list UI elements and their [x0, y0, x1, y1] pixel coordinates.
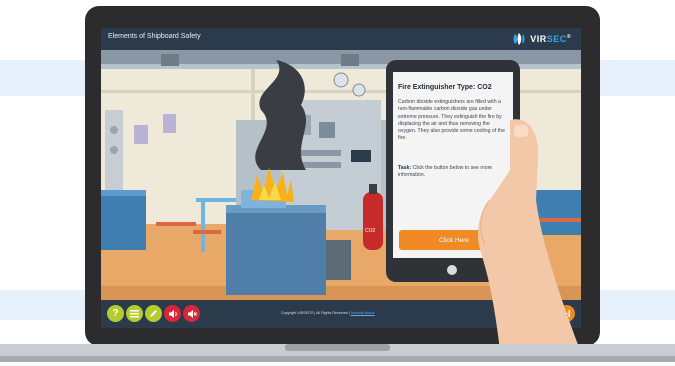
menu-icon — [130, 310, 139, 318]
pencil-icon — [150, 310, 157, 317]
hand-illustration — [478, 119, 580, 350]
extinguisher-label: CO2 — [365, 228, 376, 234]
help-button[interactable]: ? — [107, 305, 124, 322]
title-bar: Elements of Shipboard Safety VIRSEC® — [101, 28, 581, 50]
home-button — [447, 265, 457, 275]
notes-button[interactable] — [145, 305, 162, 322]
mute-icon — [187, 309, 197, 318]
card-title: Fire Extinguisher Type: CO2 — [398, 84, 492, 91]
course-title: Elements of Shipboard Safety — [108, 33, 201, 40]
security-notice-link[interactable]: Security Notice — [351, 311, 375, 315]
mute-button[interactable] — [183, 305, 200, 322]
menu-button[interactable] — [126, 305, 143, 322]
virsec-logo: VIRSEC® — [513, 32, 571, 46]
logo-text: VIRSEC® — [530, 34, 571, 44]
audio-button[interactable] — [164, 305, 181, 322]
laptop-base — [0, 344, 675, 362]
speaker-icon — [168, 309, 177, 318]
copyright-text: Copyright VIRSEC® | All Rights Reserved … — [281, 311, 375, 315]
logo-icon — [513, 33, 525, 45]
